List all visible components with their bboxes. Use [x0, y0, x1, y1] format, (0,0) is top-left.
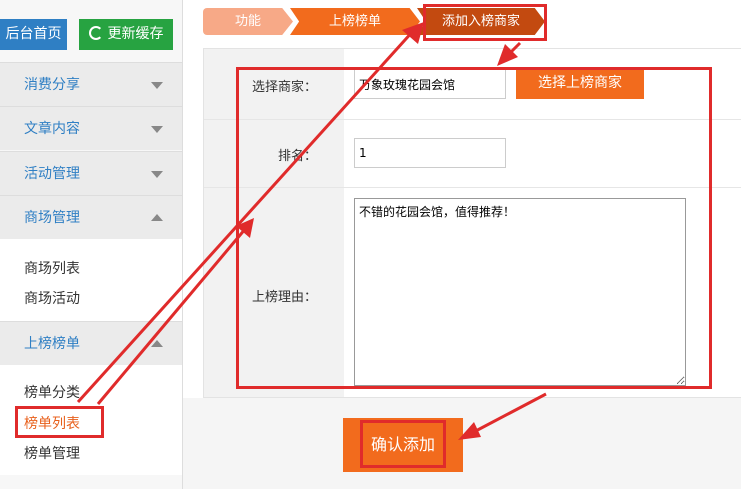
- sidebar-section-consumption[interactable]: 消费分享: [0, 62, 182, 106]
- form-label-column: [204, 49, 344, 397]
- sidebar-item-ranking-list[interactable]: 榜单列表: [24, 413, 80, 433]
- merchant-input[interactable]: [354, 69, 506, 99]
- select-merchant-button[interactable]: 选择上榜商家: [516, 68, 644, 99]
- sidebar-submenu-malls: 商场列表 商场活动: [0, 239, 182, 321]
- sidebar-section-label: 上榜榜单: [24, 336, 80, 352]
- home-button[interactable]: 后台首页: [0, 19, 67, 50]
- refresh-icon: [88, 25, 103, 40]
- sidebar-section-label: 消费分享: [24, 77, 80, 93]
- form-row-divider: [204, 119, 741, 120]
- sidebar-section-articles[interactable]: 文章内容: [0, 106, 182, 150]
- chevron-down-icon: [151, 171, 163, 178]
- breadcrumb-add-merchant: 添加入榜商家: [417, 8, 545, 35]
- sidebar-submenu-rankings: 榜单分类 榜单列表 榜单管理: [0, 365, 182, 475]
- rank-label: 排名：: [277, 149, 317, 164]
- sidebar-section-label: 活动管理: [24, 166, 80, 182]
- reason-textarea[interactable]: 不错的花园会馆，值得推荐！: [354, 198, 686, 386]
- merchant-label: 选择商家：: [251, 80, 317, 95]
- sidebar-section-label: 商场管理: [24, 210, 80, 226]
- form-row-divider: [204, 187, 741, 188]
- sidebar-section-activities[interactable]: 活动管理: [0, 151, 182, 195]
- breadcrumb-rankings[interactable]: 上榜榜单: [290, 8, 420, 35]
- refresh-cache-button[interactable]: 更新缓存: [79, 19, 173, 50]
- rank-input[interactable]: [354, 138, 506, 168]
- chevron-up-icon: [151, 340, 163, 347]
- reason-label: 上榜理由：: [251, 290, 317, 305]
- chevron-up-icon: [151, 214, 163, 221]
- sidebar-item-ranking-management[interactable]: 榜单管理: [24, 443, 80, 463]
- home-button-label: 后台首页: [5, 26, 62, 42]
- sidebar-section-malls[interactable]: 商场管理: [0, 195, 182, 239]
- confirm-add-button[interactable]: 确认添加: [343, 418, 463, 472]
- sidebar-item-mall-list[interactable]: 商场列表: [24, 258, 80, 278]
- sidebar-section-rankings[interactable]: 上榜榜单: [0, 321, 182, 365]
- refresh-cache-label: 更新缓存: [107, 26, 164, 42]
- chevron-down-icon: [151, 126, 163, 133]
- sidebar-item-mall-activities[interactable]: 商场活动: [24, 288, 80, 308]
- breadcrumb-function[interactable]: 功能: [203, 8, 293, 35]
- chevron-down-icon: [151, 82, 163, 89]
- sidebar: 后台首页 更新缓存 消费分享 文章内容 活动管理 商场管理 商场列表 商场活动 …: [0, 0, 183, 489]
- sidebar-section-label: 文章内容: [24, 121, 80, 137]
- sidebar-item-ranking-categories[interactable]: 榜单分类: [24, 382, 80, 402]
